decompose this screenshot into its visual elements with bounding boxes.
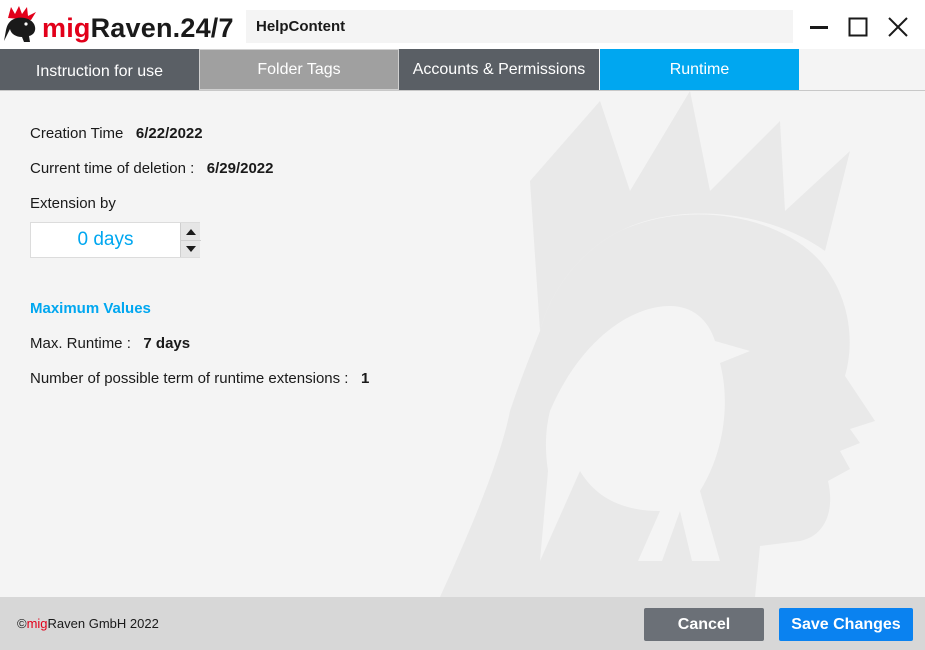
caret-down-icon — [186, 246, 196, 252]
deletion-time-label: Current time of deletion : — [30, 160, 195, 177]
num-extensions-row: Number of possible term of runtime exten… — [30, 370, 369, 387]
raven-logo-icon — [4, 6, 36, 42]
creation-time-value: 6/22/2022 — [135, 125, 203, 142]
tab-instruction-for-use[interactable]: Instruction for use — [0, 49, 199, 90]
footer-bar: ©migRaven GmbH 2022 Cancel Save Changes — [0, 597, 925, 650]
raven-watermark-image — [440, 91, 875, 597]
close-icon — [888, 17, 908, 37]
creation-time-label: Creation Time — [30, 125, 124, 142]
maximum-values-heading: Maximum Values — [30, 300, 151, 317]
tab-runtime[interactable]: Runtime — [600, 49, 799, 90]
minimize-icon — [810, 26, 828, 29]
extension-stepper[interactable]: 0 days — [30, 222, 201, 258]
max-runtime-value: 7 days — [143, 335, 191, 352]
creation-time-row: Creation Time 6/22/2022 — [30, 125, 203, 142]
max-runtime-row: Max. Runtime : 7 days — [30, 335, 190, 352]
cancel-button[interactable]: Cancel — [644, 608, 764, 641]
title-bar: migRaven.24/7 HelpContent — [0, 0, 925, 49]
close-button[interactable] — [885, 14, 911, 40]
num-extensions-value: 1 — [361, 370, 370, 387]
max-runtime-label: Max. Runtime : — [30, 335, 131, 352]
extension-value[interactable]: 0 days — [31, 223, 180, 257]
maximize-button[interactable] — [845, 14, 871, 40]
tab-bar: Instruction for use Folder Tags Accounts… — [0, 49, 925, 91]
stepper-decrement-button[interactable] — [181, 240, 201, 257]
tab-accounts-permissions[interactable]: Accounts & Permissions — [399, 49, 599, 90]
minimize-button[interactable] — [806, 14, 832, 40]
stepper-buttons — [180, 223, 201, 257]
extension-label: Extension by — [30, 195, 116, 212]
deletion-time-row: Current time of deletion : 6/29/2022 — [30, 160, 274, 177]
num-extensions-label: Number of possible term of runtime exten… — [30, 370, 349, 387]
window-title: HelpContent — [246, 10, 793, 43]
tab-folder-tags[interactable]: Folder Tags — [199, 49, 399, 90]
deletion-time-value: 6/29/2022 — [206, 160, 274, 177]
stepper-increment-button[interactable] — [181, 223, 201, 240]
app-name: migRaven.24/7 — [42, 13, 234, 43]
save-changes-button[interactable]: Save Changes — [779, 608, 913, 641]
app-logo: migRaven.24/7 — [2, 4, 238, 44]
maximize-icon — [848, 17, 868, 37]
copyright-text: ©migRaven GmbH 2022 — [17, 616, 159, 631]
caret-up-icon — [186, 228, 196, 235]
